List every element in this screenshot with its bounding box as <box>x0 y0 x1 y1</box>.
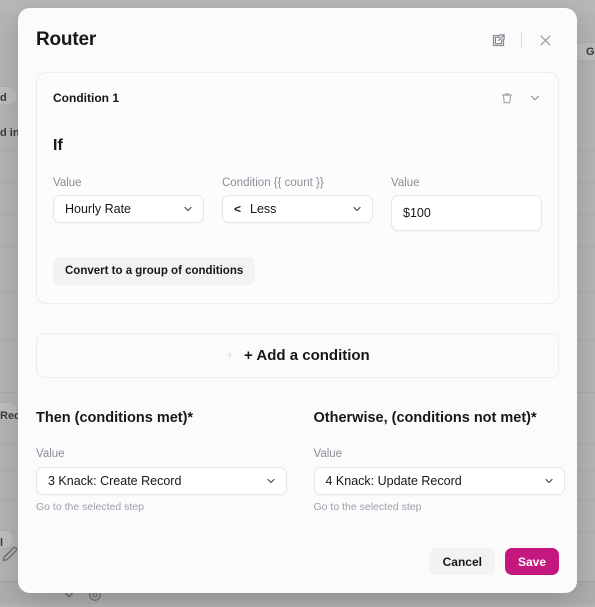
condition-panel: Condition 1 If Value Hourly Rate Conditi… <box>36 72 559 304</box>
convert-to-group-button[interactable]: Convert to a group of conditions <box>53 257 256 285</box>
cancel-button[interactable]: Cancel <box>429 548 495 575</box>
condition-value-select[interactable]: Hourly Rate <box>53 195 204 223</box>
chevron-down-icon <box>182 203 194 215</box>
page-title: Router <box>36 29 97 50</box>
modal-header: Router <box>18 8 577 72</box>
condition-operator-field: Condition {{ count }} < Less <box>222 177 373 223</box>
modal-footer: Cancel Save <box>18 548 577 593</box>
branches-section: Then (conditions met)* Value 3 Knack: Cr… <box>36 410 565 513</box>
chevron-down-icon <box>543 475 555 487</box>
branch-otherwise-select[interactable]: 4 Knack: Update Record <box>313 467 565 495</box>
if-label: If <box>53 137 63 154</box>
branch-otherwise: Otherwise, (conditions not met)* Value 4… <box>298 410 565 513</box>
branch-then-field: Value 3 Knack: Create Record Go to the s… <box>36 448 298 513</box>
field-label: Value <box>53 177 82 189</box>
branch-then-title: Then (conditions met)* <box>36 410 194 426</box>
field-label: Value <box>313 448 343 460</box>
add-condition-button[interactable]: + + Add a condition <box>36 333 559 378</box>
condition-comparison-input[interactable]: $100 <box>391 195 542 231</box>
condition-fields-row: Value Hourly Rate Condition {{ count }} … <box>53 177 542 231</box>
save-button[interactable]: Save <box>504 548 559 575</box>
branch-then-helper: Go to the selected step <box>36 501 144 513</box>
field-label: Value <box>391 177 420 189</box>
branch-then-select-value: 3 Knack: Create Record <box>48 474 182 488</box>
header-divider <box>521 32 522 48</box>
branch-otherwise-helper: Go to the selected step <box>313 501 422 513</box>
field-label: Value <box>36 448 65 460</box>
less-than-icon: < <box>234 202 242 216</box>
condition-operator-select[interactable]: < Less <box>222 195 373 223</box>
plus-icon: + <box>225 347 235 364</box>
condition-header-actions <box>500 91 542 105</box>
close-icon[interactable] <box>531 26 559 54</box>
condition-value-field: Value Hourly Rate <box>53 177 204 223</box>
field-label: Condition {{ count }} <box>222 177 324 189</box>
modal-header-actions <box>484 26 559 54</box>
condition-title: Condition 1 <box>53 91 119 105</box>
condition-comparison-field: Value $100 <box>391 177 542 231</box>
branch-then-select[interactable]: 3 Knack: Create Record <box>36 467 287 495</box>
branch-otherwise-title: Otherwise, (conditions not met)* <box>313 410 537 426</box>
open-external-icon[interactable] <box>484 26 512 54</box>
add-condition-label: + Add a condition <box>244 347 370 364</box>
condition-value-select-value: Hourly Rate <box>65 202 131 216</box>
chevron-down-icon <box>351 203 363 215</box>
condition-operator-select-value: Less <box>250 202 277 216</box>
pencil-icon <box>2 546 18 567</box>
modal-body: Condition 1 If Value Hourly Rate Conditi… <box>18 72 577 548</box>
branch-otherwise-select-value: 4 Knack: Update Record <box>325 474 462 488</box>
chevron-down-icon[interactable] <box>528 91 542 105</box>
trash-icon[interactable] <box>500 91 514 105</box>
background-text-fragment: d <box>0 92 7 104</box>
branch-otherwise-field: Value 4 Knack: Update Record Go to the s… <box>313 448 565 513</box>
condition-comparison-input-value: $100 <box>403 206 431 220</box>
branch-then: Then (conditions met)* Value 3 Knack: Cr… <box>36 410 298 513</box>
chevron-down-icon <box>265 475 277 487</box>
condition-header: Condition 1 <box>53 87 542 109</box>
background-text-fragment: G <box>586 46 595 58</box>
router-modal: Router Condition 1 If Value Hourly Rate … <box>18 8 577 593</box>
